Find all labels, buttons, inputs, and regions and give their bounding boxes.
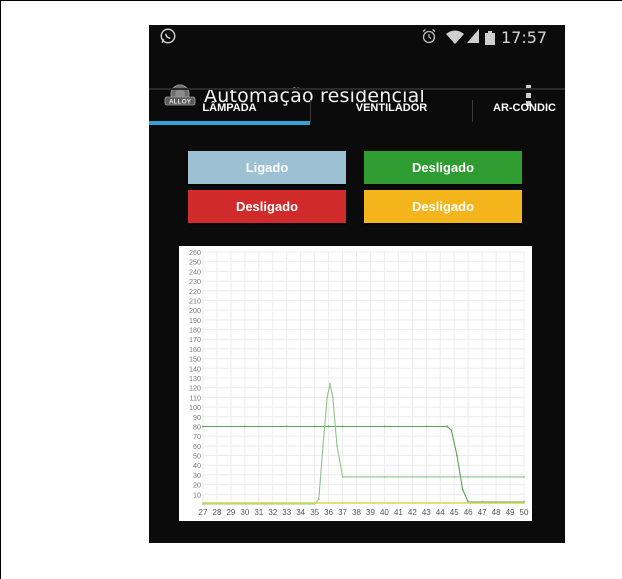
data-point [336, 444, 338, 447]
y-tick-label: 80 [193, 422, 201, 431]
x-tick-label: 38 [352, 508, 361, 517]
x-tick-label: 27 [199, 508, 208, 517]
line-chart: 10 20 30 40 50 60 70 80 90 100 110 120 130 140 150 160 1… [179, 246, 532, 521]
y-tick-label: 50 [193, 452, 201, 461]
data-point [331, 396, 334, 399]
data-point [327, 425, 330, 428]
desligado-button-green[interactable]: Desligado [364, 151, 522, 184]
data-point [329, 382, 331, 385]
x-tick-label: 44 [436, 508, 445, 517]
x-tick-label: 39 [366, 508, 375, 517]
data-point [450, 429, 453, 432]
data-point [341, 475, 344, 478]
status-time: 17:57 [501, 28, 548, 47]
y-tick-label: 220 [189, 287, 201, 296]
x-tick-label: 40 [380, 508, 389, 517]
series-line-1 [203, 425, 524, 503]
desligado-button-red[interactable]: Desligado [188, 190, 346, 223]
x-tick-label: 50 [520, 508, 529, 517]
y-tick-label: 200 [189, 306, 201, 315]
y-tick-label: 150 [189, 355, 201, 364]
tab-lampada[interactable]: LÂMPADA [149, 102, 310, 114]
wifi-icon [446, 30, 464, 44]
y-tick-label: 240 [189, 267, 201, 276]
x-tick-label: 31 [254, 508, 263, 517]
y-tick-label: 160 [189, 345, 201, 354]
whatsapp-icon [160, 28, 176, 44]
chart-svg: 1020304050607080901001101201301401501601… [189, 248, 529, 517]
data-point [446, 425, 449, 428]
y-tick-label: 20 [193, 481, 201, 490]
y-tick-label: 110 [190, 393, 201, 402]
x-tick-label: 48 [492, 508, 501, 517]
tab-ventilador[interactable]: VENTILADOR [311, 102, 472, 114]
y-tick-label: 10 [193, 490, 201, 499]
x-tick-label: 35 [310, 508, 319, 517]
data-point [456, 454, 458, 457]
data-point [317, 498, 320, 501]
x-tick-label: 36 [324, 508, 333, 517]
tab-ar-condicionado[interactable]: AR-CONDIC [473, 102, 565, 114]
y-tick-label: 250 [189, 258, 201, 267]
y-tick-label: 60 [193, 442, 201, 451]
data-point [202, 502, 204, 504]
x-tick-label: 47 [478, 508, 487, 517]
x-tick-label: 45 [450, 508, 459, 517]
alarm-icon [422, 28, 436, 44]
y-tick-label: 40 [193, 461, 201, 470]
y-tick-label: 100 [189, 403, 201, 412]
data-point [341, 425, 344, 428]
data-point [425, 475, 428, 478]
y-tick-label: 30 [193, 471, 201, 480]
status-bar: 17:57 [149, 25, 565, 50]
data-point [326, 396, 329, 399]
y-tick-label: 140 [189, 364, 201, 373]
x-tick-label: 41 [394, 508, 403, 517]
x-tick-label: 33 [282, 508, 291, 517]
signal-icon [467, 29, 479, 43]
y-tick-label: 130 [189, 374, 201, 383]
data-point [467, 475, 470, 478]
x-tick-label: 49 [506, 508, 515, 517]
data-point [243, 425, 246, 428]
data-point [383, 475, 386, 478]
data-point [453, 475, 456, 478]
y-tick-label: 180 [189, 326, 201, 335]
y-tick-label: 170 [189, 335, 201, 344]
data-point [313, 425, 316, 428]
data-point [285, 425, 288, 428]
battery-icon [485, 31, 495, 45]
data-point [322, 444, 324, 447]
data-point [383, 425, 386, 428]
data-point [202, 425, 204, 428]
x-tick-label: 32 [268, 508, 277, 517]
y-tick-label: 90 [193, 413, 201, 422]
ligado-button[interactable]: Ligado [188, 151, 346, 184]
y-tick-label: 70 [193, 432, 201, 441]
x-tick-label: 46 [464, 508, 473, 517]
data-point [461, 488, 464, 491]
x-tick-label: 29 [226, 508, 235, 517]
active-tab-indicator [149, 121, 310, 125]
desligado-button-orange[interactable]: Desligado [364, 190, 522, 223]
x-tick-label: 37 [338, 508, 347, 517]
y-tick-label: 190 [189, 316, 201, 325]
y-tick-label: 120 [189, 384, 201, 393]
x-tick-label: 42 [408, 508, 417, 517]
x-tick-label: 30 [240, 508, 249, 517]
data-point [523, 502, 525, 504]
y-tick-label: 210 [189, 296, 201, 305]
x-tick-label: 28 [213, 508, 222, 517]
y-tick-label: 230 [189, 277, 201, 286]
data-point [523, 475, 525, 478]
x-tick-label: 43 [422, 508, 431, 517]
series-line-2 [203, 383, 524, 505]
data-point [425, 425, 428, 428]
y-tick-label: 260 [189, 248, 201, 257]
x-tick-label: 34 [296, 508, 305, 517]
